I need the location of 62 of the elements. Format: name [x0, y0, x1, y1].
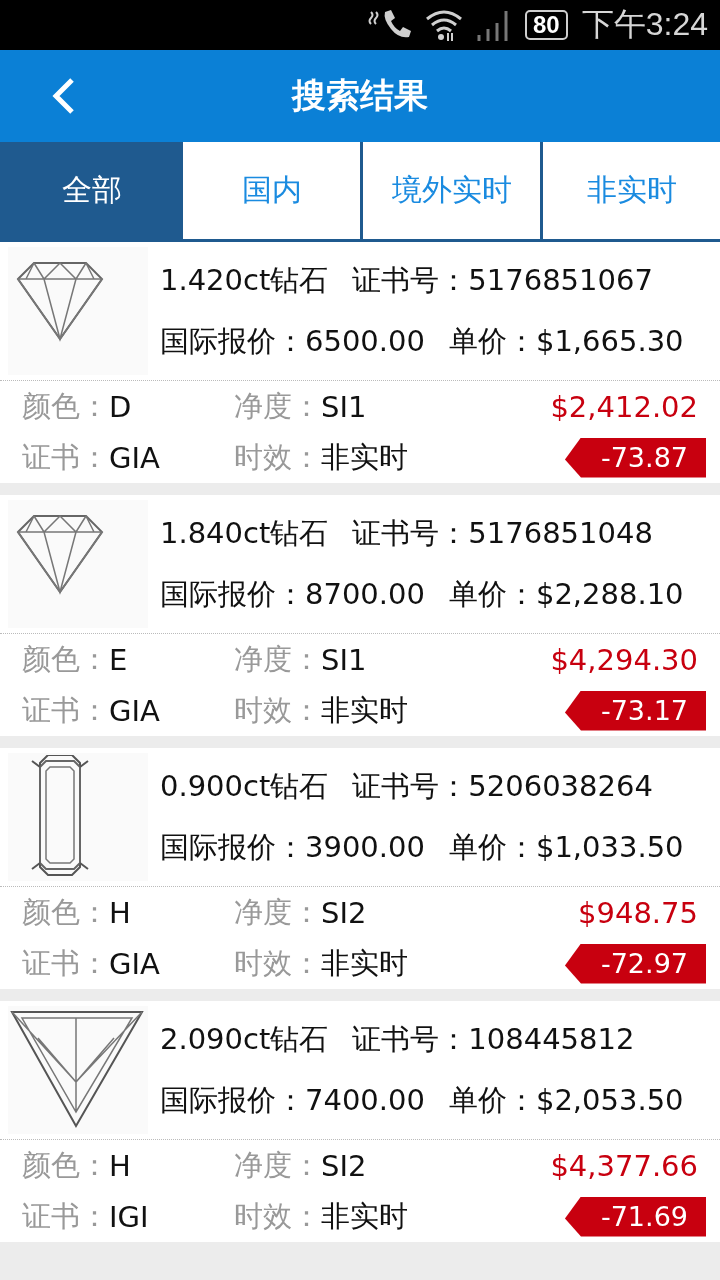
- field-value: 非实时: [321, 691, 408, 729]
- total-price: $948.75: [578, 895, 699, 930]
- unit-price: 单价：$2,288.10: [448, 575, 684, 613]
- field-value: SI2: [321, 1148, 367, 1183]
- certificate-number: 证书号：5176851048: [352, 514, 653, 552]
- field-label: 净度：: [234, 893, 321, 931]
- carat-weight: 2.090ct钻石: [160, 1020, 329, 1058]
- battery-level: 80: [525, 10, 568, 40]
- field-value: GIA: [109, 946, 160, 981]
- total-price: $4,377.66: [550, 1148, 699, 1183]
- certificate-number: 证书号：5176851067: [352, 261, 653, 299]
- total-price: $2,412.02: [550, 389, 699, 424]
- carat-weight: 0.900ct钻石: [160, 767, 329, 805]
- unit-price: 单价：$1,665.30: [448, 322, 684, 360]
- field-label: 证书：: [22, 944, 109, 982]
- field-label: 证书：: [22, 438, 109, 476]
- field-label: 净度：: [234, 640, 321, 678]
- field-label: 颜色：: [22, 640, 109, 678]
- unit-price: 单价：$2,053.50: [448, 1081, 684, 1119]
- field-label: 净度：: [234, 1146, 321, 1184]
- field-label: 证书：: [22, 691, 109, 729]
- field-label: 时效：: [234, 438, 321, 476]
- field-label: 颜色：: [22, 893, 109, 931]
- field-value: 非实时: [321, 438, 408, 476]
- field-value: D: [109, 389, 132, 424]
- certificate-number: 证书号：5206038264: [352, 767, 653, 805]
- field-value: GIA: [109, 440, 160, 475]
- certificate-number: 证书号：108445812: [352, 1020, 635, 1058]
- field-label: 颜色：: [22, 387, 109, 425]
- page-title: 搜索结果: [292, 74, 428, 117]
- field-value: SI1: [321, 389, 367, 424]
- discount-badge: -73.17: [564, 690, 706, 731]
- international-price: 国际报价：7400.00: [160, 1081, 425, 1119]
- field-value: 非实时: [321, 1197, 408, 1235]
- wifi-icon: [425, 9, 463, 41]
- carat-weight: 1.840ct钻石: [160, 514, 329, 552]
- international-price: 国际报价：6500.00: [160, 322, 425, 360]
- international-price: 国际报价：3900.00: [160, 828, 425, 866]
- discount-badge: -72.97: [564, 943, 706, 984]
- field-value: E: [109, 642, 128, 677]
- field-label: 时效：: [234, 1197, 321, 1235]
- carat-weight: 1.420ct钻石: [160, 261, 329, 299]
- international-price: 国际报价：8700.00: [160, 575, 425, 613]
- field-value: IGI: [109, 1199, 149, 1234]
- field-label: 证书：: [22, 1197, 109, 1235]
- signal-icon: [477, 8, 511, 42]
- field-value: SI1: [321, 642, 367, 677]
- field-label: 颜色：: [22, 1146, 109, 1184]
- field-value: SI2: [321, 895, 367, 930]
- field-value: 非实时: [321, 944, 408, 982]
- tab[interactable]: 全部: [0, 142, 180, 239]
- discount-badge: -71.69: [564, 1196, 706, 1237]
- total-price: $4,294.30: [550, 642, 699, 677]
- field-value: GIA: [109, 693, 160, 728]
- unit-price: 单价：$1,033.50: [448, 828, 684, 866]
- field-value: H: [109, 895, 131, 930]
- discount-badge: -73.87: [564, 437, 706, 478]
- field-label: 时效：: [234, 691, 321, 729]
- field-value: H: [109, 1148, 131, 1183]
- field-label: 时效：: [234, 944, 321, 982]
- clock: 下午3:24: [581, 5, 708, 44]
- field-label: 净度：: [234, 387, 321, 425]
